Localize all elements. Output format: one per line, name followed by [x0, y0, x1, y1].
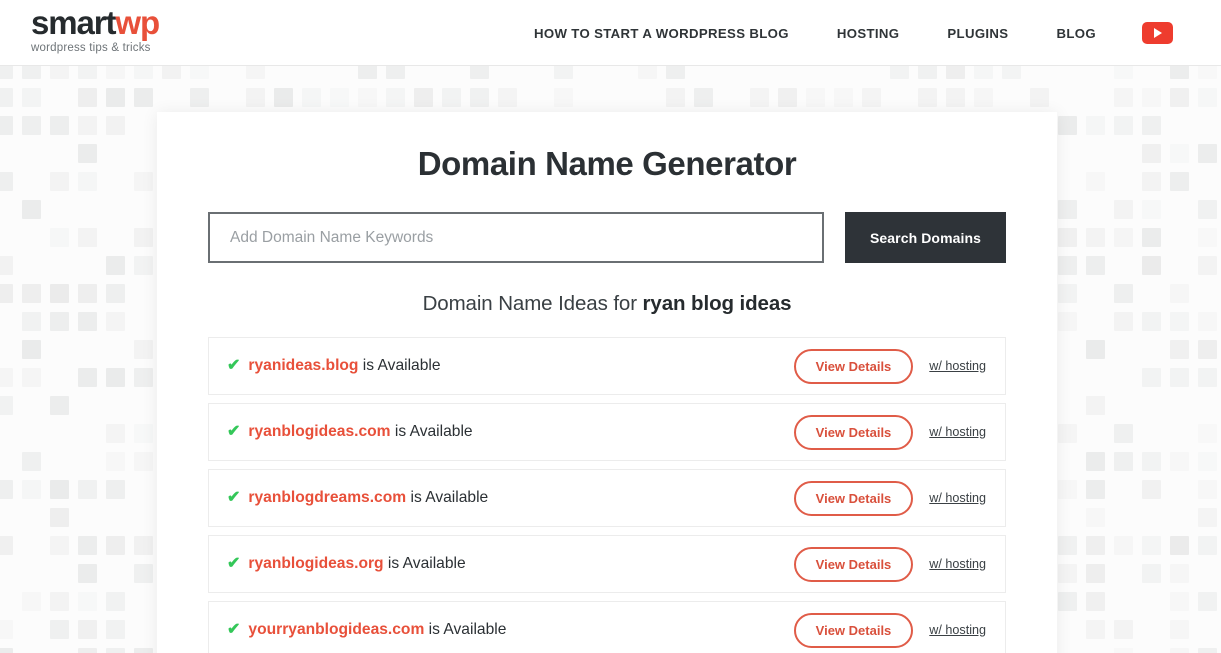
site-header: smartwp wordpress tips & tricks HOW TO S…: [0, 0, 1221, 66]
search-domains-button[interactable]: Search Domains: [845, 212, 1006, 263]
available-check-icon: ✔: [227, 358, 240, 374]
results-list: ✔ ryanideas.blog is Available View Detai…: [208, 337, 1006, 653]
search-row: Search Domains: [208, 212, 1006, 263]
table-row: ✔ yourryanblogideas.com is Available Vie…: [208, 601, 1006, 653]
play-triangle-icon: [1154, 28, 1162, 38]
with-hosting-link[interactable]: w/ hosting: [929, 425, 986, 439]
view-details-button[interactable]: View Details: [794, 481, 914, 516]
logo-tagline: wordpress tips & tricks: [31, 43, 159, 55]
logo-text-accent: wp: [115, 4, 159, 41]
logo-text-primary: smart: [31, 4, 115, 41]
domain-label: ryanblogdreams.com is Available: [248, 489, 488, 507]
results-heading-prefix: Domain Name Ideas for: [423, 292, 643, 315]
domain-name: ryanblogideas.org: [248, 555, 383, 572]
table-row: ✔ ryanideas.blog is Available View Detai…: [208, 337, 1006, 395]
youtube-icon[interactable]: [1142, 22, 1173, 44]
available-check-icon: ✔: [227, 490, 240, 506]
main-navigation: HOW TO START A WORDPRESS BLOG HOSTING PL…: [510, 0, 1173, 66]
nav-item-plugins[interactable]: PLUGINS: [923, 26, 1032, 41]
table-row: ✔ ryanblogdreams.com is Available View D…: [208, 469, 1006, 527]
domain-name: ryanblogideas.com: [248, 423, 390, 440]
with-hosting-link[interactable]: w/ hosting: [929, 557, 986, 571]
domain-label: ryanblogideas.com is Available: [248, 423, 472, 441]
page-background: Domain Name Generator Search Domains Dom…: [0, 66, 1221, 653]
available-check-icon: ✔: [227, 622, 240, 638]
page-title: Domain Name Generator: [157, 112, 1057, 183]
logo-wordmark: smartwp: [31, 6, 159, 39]
site-logo[interactable]: smartwp wordpress tips & tricks: [31, 6, 159, 55]
nav-item-blog[interactable]: BLOG: [1032, 26, 1120, 41]
table-row: ✔ ryanblogideas.com is Available View De…: [208, 403, 1006, 461]
view-details-button[interactable]: View Details: [794, 547, 914, 582]
domain-label: ryanblogideas.org is Available: [248, 555, 465, 573]
domain-status: is Available: [424, 621, 506, 638]
domain-status: is Available: [391, 423, 473, 440]
with-hosting-link[interactable]: w/ hosting: [929, 359, 986, 373]
view-details-button[interactable]: View Details: [794, 349, 914, 384]
results-heading-keyword: ryan blog ideas: [643, 292, 792, 315]
view-details-button[interactable]: View Details: [794, 613, 914, 648]
domain-name: ryanblogdreams.com: [248, 489, 406, 506]
available-check-icon: ✔: [227, 556, 240, 572]
nav-item-hosting[interactable]: HOSTING: [813, 26, 924, 41]
domain-label: ryanideas.blog is Available: [248, 357, 440, 375]
with-hosting-link[interactable]: w/ hosting: [929, 491, 986, 505]
results-heading: Domain Name Ideas for ryan blog ideas: [157, 292, 1057, 316]
domain-generator-card: Domain Name Generator Search Domains Dom…: [157, 112, 1057, 653]
with-hosting-link[interactable]: w/ hosting: [929, 623, 986, 637]
view-details-button[interactable]: View Details: [794, 415, 914, 450]
domain-name: ryanideas.blog: [248, 357, 358, 374]
domain-name: yourryanblogideas.com: [248, 621, 424, 638]
table-row: ✔ ryanblogideas.org is Available View De…: [208, 535, 1006, 593]
domain-status: is Available: [358, 357, 440, 374]
nav-item-how-to-start-a-wordpress-blog[interactable]: HOW TO START A WORDPRESS BLOG: [510, 26, 813, 41]
domain-status: is Available: [384, 555, 466, 572]
domain-label: yourryanblogideas.com is Available: [248, 621, 506, 639]
domain-status: is Available: [406, 489, 488, 506]
available-check-icon: ✔: [227, 424, 240, 440]
search-input[interactable]: [208, 212, 824, 263]
